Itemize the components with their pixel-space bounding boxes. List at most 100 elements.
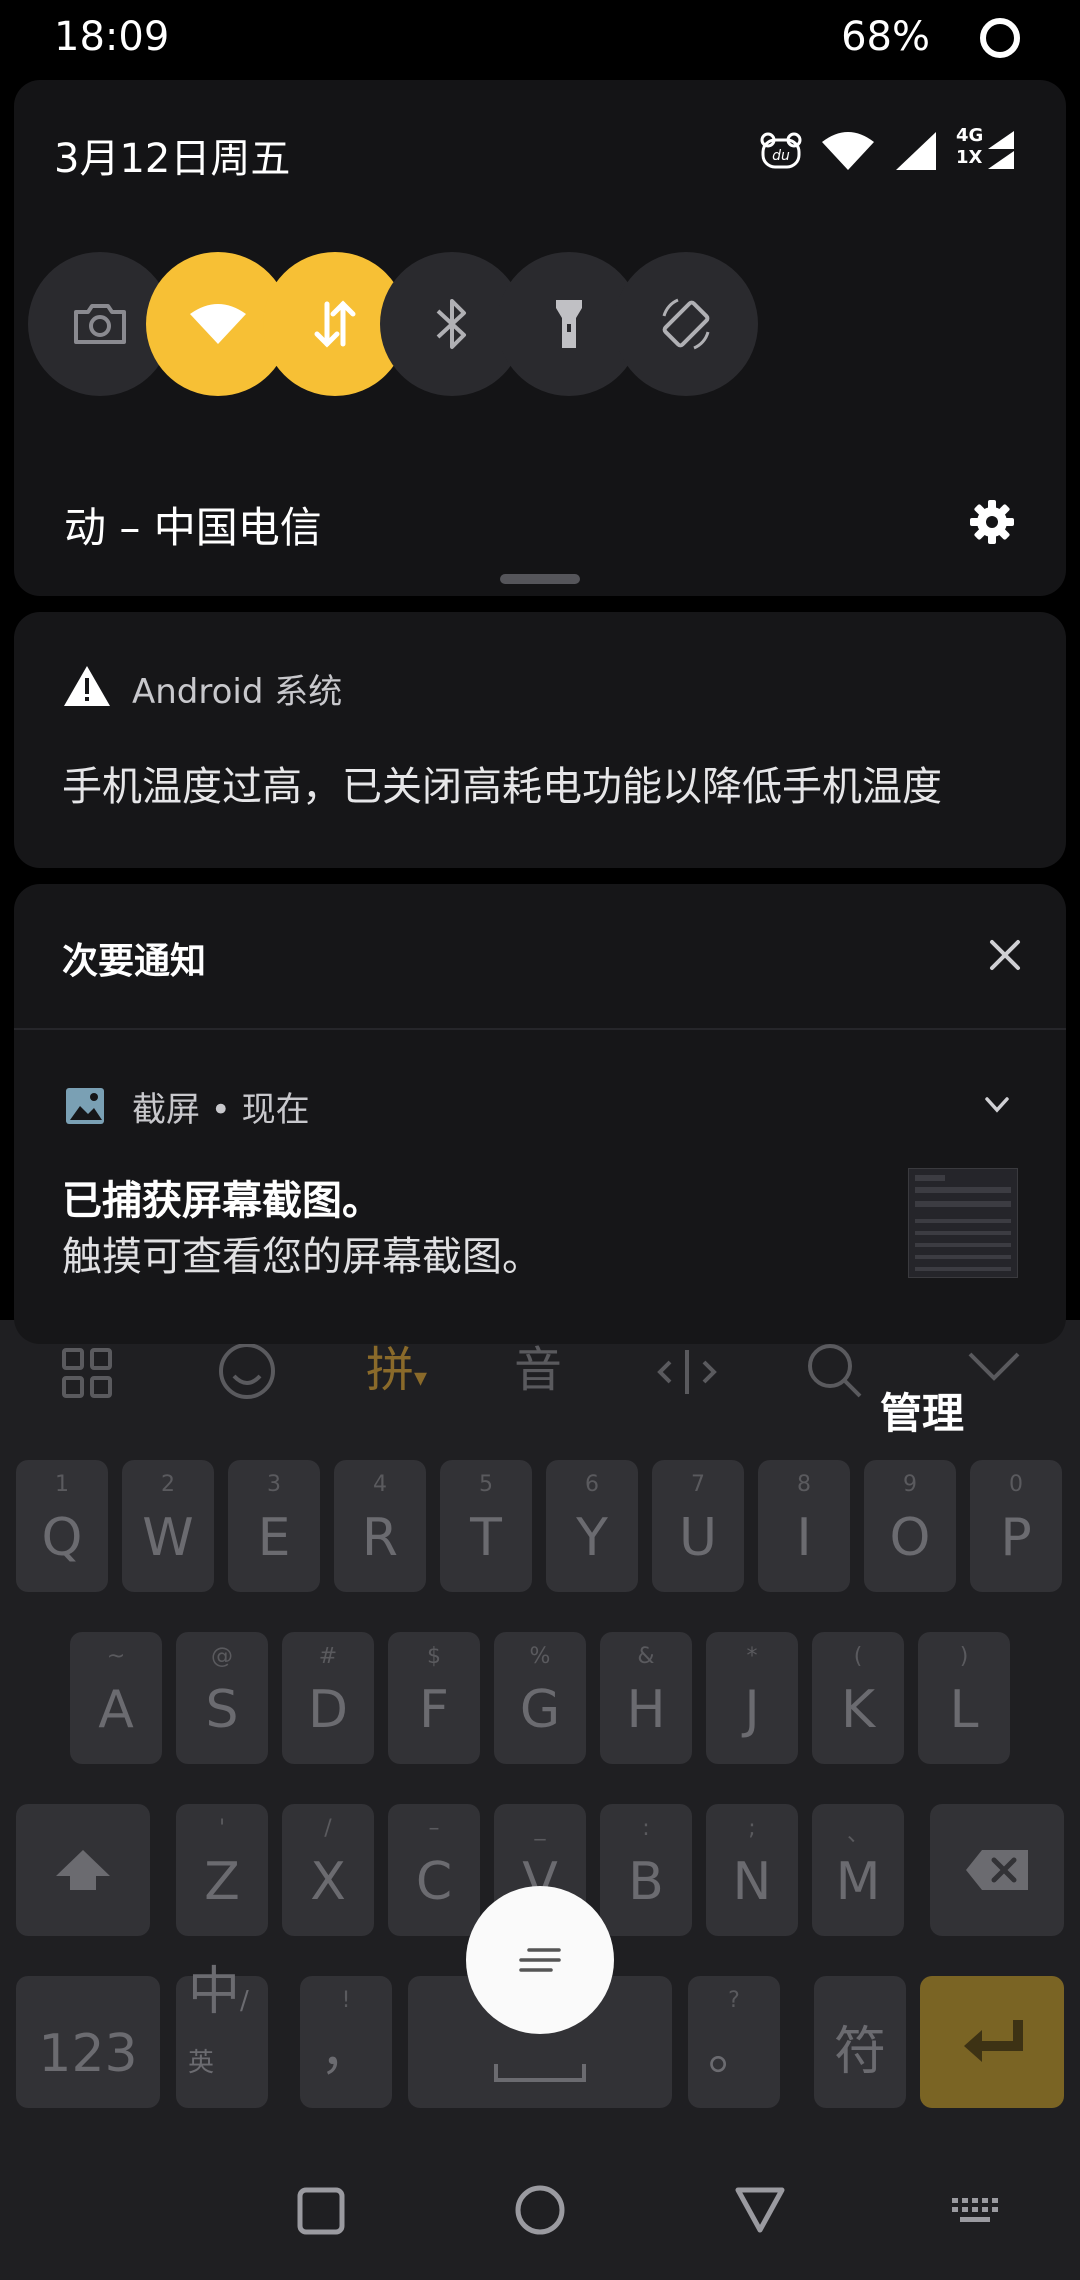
enter-key[interactable] — [920, 1976, 1064, 2108]
manage-button[interactable]: 管理 — [880, 1380, 964, 1441]
key-label: C — [415, 1852, 453, 1912]
keyboard-switch-icon[interactable] — [950, 2196, 1002, 2226]
navigation-bar — [0, 2130, 1080, 2280]
language-switch-key[interactable]: 中/英 — [176, 1962, 268, 2108]
key-sub-label: 3 — [267, 1472, 281, 1497]
key-label: O — [889, 1508, 931, 1568]
key-f[interactable]: $ F — [388, 1632, 480, 1764]
lang-main: 中 — [188, 1962, 241, 2022]
key-d[interactable]: # D — [282, 1632, 374, 1764]
key-sub-label: 9 — [903, 1472, 917, 1497]
key-t[interactable]: 5T — [440, 1460, 532, 1592]
key-l[interactable]: ) L — [918, 1632, 1010, 1764]
key-label: F — [419, 1680, 449, 1740]
key-o[interactable]: 9O — [864, 1460, 956, 1592]
cursor-move-icon[interactable] — [656, 1346, 718, 1398]
signal-icon — [896, 132, 936, 170]
notification-title: 已捕获屏幕截图。 — [62, 1178, 382, 1224]
key-sub-label: – — [428, 1816, 440, 1841]
recents-icon[interactable] — [296, 2186, 346, 2236]
key-s[interactable]: @ S — [176, 1632, 268, 1764]
key-r[interactable]: 4R — [334, 1460, 426, 1592]
expand-chevron-icon[interactable] — [984, 1096, 1010, 1114]
key-sub-label: ~ — [106, 1644, 126, 1669]
key-q[interactable]: 1Q — [16, 1460, 108, 1592]
auto-rotate-icon — [662, 298, 710, 350]
du-app-icon: du — [760, 132, 802, 169]
shift-key[interactable] — [16, 1804, 150, 1936]
key-sub-label: _ — [534, 1816, 546, 1841]
backspace-icon — [966, 1850, 1028, 1890]
key-y[interactable]: 6Y — [546, 1460, 638, 1592]
delete-key[interactable] — [930, 1804, 1064, 1936]
settings-gear-icon[interactable] — [968, 498, 1016, 546]
shift-icon — [56, 1850, 110, 1890]
key-sub-label: % — [529, 1644, 551, 1669]
warning-icon — [64, 666, 110, 706]
key-label: S — [205, 1680, 239, 1740]
image-icon — [66, 1088, 104, 1124]
key-label: U — [678, 1508, 718, 1568]
key-c[interactable]: – C — [388, 1804, 480, 1936]
key-k[interactable]: (K — [812, 1632, 904, 1764]
mobile-data-icon — [314, 300, 356, 348]
tile-auto-rotate[interactable] — [614, 252, 758, 396]
key-label: R — [361, 1508, 399, 1568]
key-j[interactable]: * J — [706, 1632, 798, 1764]
emoji-icon[interactable] — [216, 1340, 278, 1402]
notification-android-system[interactable]: Android 系统 手机温度过高，已关闭高耗电功能以降低手机温度 — [14, 612, 1066, 868]
key-p[interactable]: 0P — [970, 1460, 1062, 1592]
key-h[interactable]: & H — [600, 1632, 692, 1764]
drag-handle[interactable] — [500, 574, 580, 584]
notification-app-line: 截屏 • 现在 — [132, 1090, 310, 1130]
screenshot-thumbnail[interactable] — [908, 1168, 1018, 1278]
back-icon[interactable] — [734, 2186, 786, 2234]
symbols-key[interactable]: 符 — [814, 1976, 906, 2108]
battery-percent: 68% — [841, 14, 930, 60]
key-sub-label: $ — [427, 1644, 441, 1669]
key-u[interactable]: 7U — [652, 1460, 744, 1592]
key-w[interactable]: 2W — [122, 1460, 214, 1592]
key-g[interactable]: % G — [494, 1632, 586, 1764]
close-icon[interactable] — [988, 938, 1022, 972]
key-label: L — [949, 1680, 979, 1740]
key-sub-label: 5 — [479, 1472, 493, 1497]
search-icon[interactable] — [804, 1340, 864, 1400]
comma-key[interactable]: !， — [300, 1976, 392, 2108]
key-label: 中/英 — [176, 1949, 268, 2084]
period-key[interactable]: ?。 — [688, 1976, 780, 2108]
key-label: 。 — [707, 2022, 760, 2082]
key-label: 符 — [833, 2022, 886, 2082]
key-b[interactable]: :B — [600, 1804, 692, 1936]
floating-notes-button[interactable] — [466, 1886, 614, 2034]
key-x[interactable]: / X — [282, 1804, 374, 1936]
status-time: 18:09 — [54, 14, 170, 60]
key-n[interactable]: ; N — [706, 1804, 798, 1936]
key-z[interactable]: ' Z — [176, 1804, 268, 1936]
collapse-keyboard-icon[interactable] — [966, 1350, 1022, 1384]
quick-settings-panel: 3月12日周五 du 4G 1X 动 – 中国电信 — [14, 80, 1066, 596]
key-i[interactable]: 8I — [758, 1460, 850, 1592]
network-type-icon: 4G 1X — [956, 125, 1016, 173]
key-sub-label: 7 — [691, 1472, 705, 1497]
key-sub-label: / — [324, 1816, 332, 1841]
key-a[interactable]: ~ A — [70, 1632, 162, 1764]
key-label: ， — [319, 2022, 372, 2082]
battery-ring-icon — [980, 18, 1020, 58]
key-label: Z — [204, 1852, 240, 1912]
wifi-icon — [190, 304, 246, 344]
key-label: X — [310, 1852, 346, 1912]
key-label: J — [744, 1680, 760, 1740]
qs-date: 3月12日周五 — [54, 136, 291, 182]
key-e[interactable]: 3E — [228, 1460, 320, 1592]
numbers-key[interactable]: 123 — [16, 1976, 160, 2108]
key-label: D — [307, 1680, 349, 1740]
key-sub-label: 8 — [797, 1472, 811, 1497]
apps-grid-icon[interactable] — [60, 1346, 114, 1400]
key-sub-label: ) — [959, 1644, 969, 1669]
notification-app-name: Android 系统 — [132, 672, 343, 712]
key-label: P — [1000, 1508, 1032, 1568]
home-icon[interactable] — [514, 2184, 566, 2236]
key-label: A — [98, 1680, 134, 1740]
key-m[interactable]: 、 M — [812, 1804, 904, 1936]
